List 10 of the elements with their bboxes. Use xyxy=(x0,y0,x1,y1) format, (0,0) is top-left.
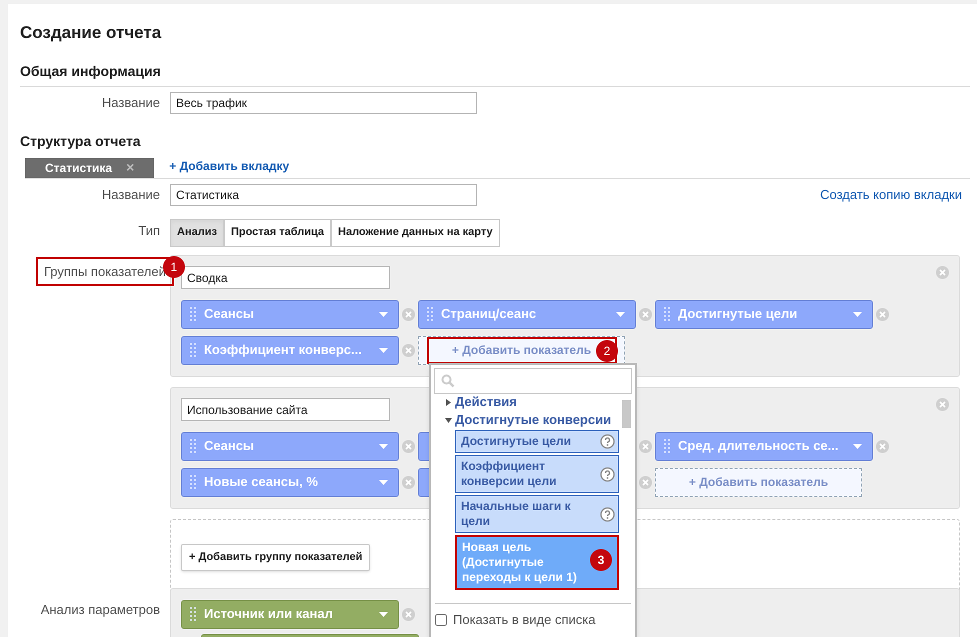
section-heading: Общая информация xyxy=(20,62,161,78)
field-label: Название xyxy=(102,186,160,202)
checkbox-label: Показать в виде списка xyxy=(453,611,596,629)
field-label: Тип xyxy=(138,222,160,238)
page-title: Создание отчета xyxy=(20,22,162,44)
section-heading: Структура отчета xyxy=(20,132,142,151)
number-badge: 3 xyxy=(590,549,612,571)
number-badge: 2 xyxy=(596,340,618,362)
field-label: Название xyxy=(102,94,160,110)
field-label: Анализ параметров xyxy=(40,602,160,616)
